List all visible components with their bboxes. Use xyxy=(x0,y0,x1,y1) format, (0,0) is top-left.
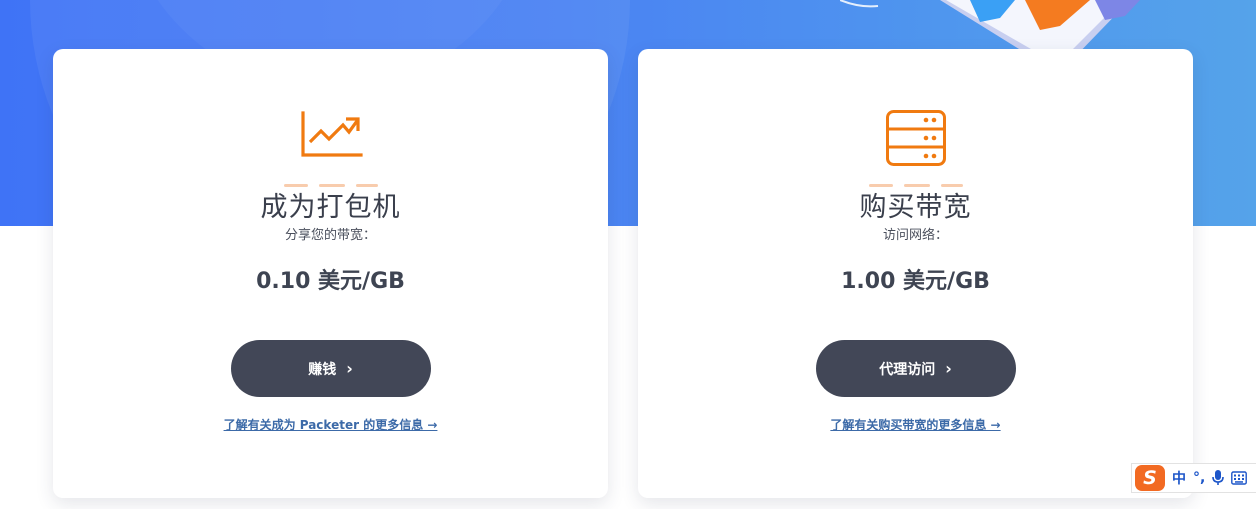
card-subtitle: 分享您的带宽： xyxy=(284,228,376,243)
earn-money-button[interactable]: 赚钱 › xyxy=(230,340,431,397)
microphone-icon[interactable] xyxy=(1212,470,1225,486)
card-price: 0.10 美元/GB xyxy=(256,269,405,294)
button-label: 赚钱 xyxy=(308,361,337,378)
ime-punctuation-toggle[interactable]: °, xyxy=(1193,470,1205,486)
ime-mode-toggle[interactable]: 中 xyxy=(1172,468,1186,488)
card-title: 购买带宽 xyxy=(859,192,972,223)
card-buy-bandwidth: 购买带宽 访问网络： 1.00 美元/GB 代理访问 › 了解有关购买带宽的更多… xyxy=(638,49,1193,498)
chevron-right-icon: › xyxy=(945,359,952,378)
card-become-packeter: 成为打包机 分享您的带宽： 0.10 美元/GB 赚钱 › 了解有关成为 Pac… xyxy=(53,49,608,498)
server-icon xyxy=(885,110,946,166)
button-label: 代理访问 xyxy=(879,361,936,378)
learn-more-bandwidth-link[interactable]: 了解有关购买带宽的更多信息 → xyxy=(638,416,1193,433)
proxy-access-button[interactable]: 代理访问 › xyxy=(815,340,1016,397)
ime-toolbar[interactable]: S 中 °, xyxy=(1131,463,1256,493)
card-title: 成为打包机 xyxy=(260,192,401,223)
sogou-logo-icon[interactable]: S xyxy=(1135,465,1165,491)
learn-more-packeter-link[interactable]: 了解有关成为 Packeter 的更多信息 → xyxy=(53,416,608,433)
card-price: 1.00 美元/GB xyxy=(841,269,990,294)
chart-trend-up-icon xyxy=(300,111,363,157)
chevron-right-icon: › xyxy=(346,359,353,378)
card-subtitle: 访问网络： xyxy=(882,228,948,243)
keyboard-icon[interactable] xyxy=(1231,471,1248,485)
